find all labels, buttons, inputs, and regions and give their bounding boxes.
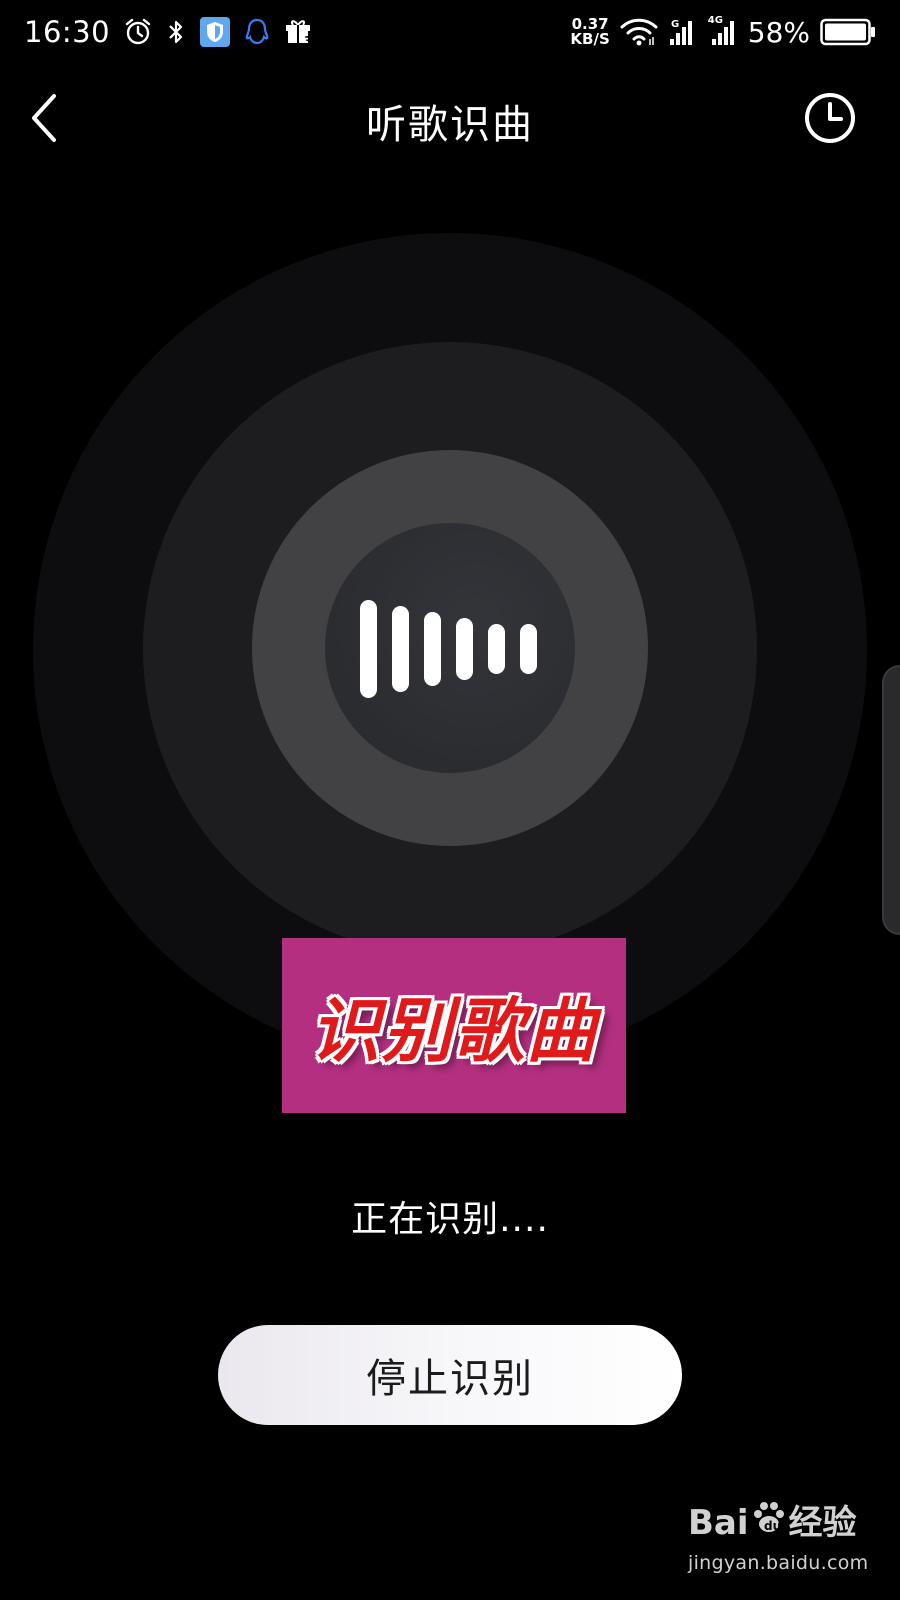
recognizing-status: 正在识别.... <box>351 1199 549 1240</box>
baidu-jingyan-watermark: Bai du 经验 jingyan.baidu.com <box>688 1500 878 1585</box>
shield-app-icon <box>200 17 231 47</box>
status-left: 16:30 3 <box>24 15 314 49</box>
qq-icon <box>244 17 270 47</box>
clock-icon <box>803 91 857 149</box>
wave-bar <box>360 600 377 698</box>
side-drawer-handle[interactable] <box>882 665 900 935</box>
battery-icon <box>820 17 876 47</box>
wave-bar <box>488 624 505 674</box>
status-right: 0.37 KB/S G 4G 58% <box>570 15 876 49</box>
watermark-logo: Bai du 经验 <box>688 1500 878 1545</box>
svg-text:du: du <box>764 1519 781 1533</box>
header-bar: 听歌识曲 <box>0 70 900 170</box>
bluetooth-icon <box>166 18 186 46</box>
signal-4g-icon: 4G <box>706 15 738 47</box>
sound-wave-icon <box>360 598 542 698</box>
wave-bar <box>392 606 409 692</box>
alarm-icon <box>124 18 152 46</box>
stop-recognition-button[interactable]: 停止识别 <box>218 1325 682 1425</box>
watermark-url: jingyan.baidu.com <box>688 1552 869 1574</box>
wave-bar <box>424 612 441 686</box>
battery-percent: 58% <box>747 15 810 49</box>
gift-icon: 3 <box>284 17 314 47</box>
caption-text: 识别歌曲 <box>310 990 598 1072</box>
paw-icon: du <box>751 1500 787 1545</box>
signal-icon: G <box>668 17 696 47</box>
watermark-brand-right: 经验 <box>788 1502 857 1543</box>
page-title: 听歌识曲 <box>366 102 534 148</box>
network-speed-unit: KB/S <box>570 30 610 48</box>
watermark-brand-left: Bai <box>688 1502 749 1543</box>
wifi-icon <box>620 17 658 47</box>
wave-bar <box>520 624 537 674</box>
wave-bar <box>456 618 473 680</box>
history-button[interactable] <box>800 90 860 150</box>
svg-text:G: G <box>671 19 679 30</box>
status-time: 16:30 <box>24 15 111 49</box>
network-type-label: 4G <box>707 15 723 26</box>
network-speed: 0.37 KB/S <box>570 17 609 47</box>
caption-overlay: 识别歌曲 <box>282 938 626 1113</box>
music-recognition-screen: 16:30 3 0.37 KB/S G 4G 58% 听歌识曲 识别歌曲 正在识… <box>0 0 900 1600</box>
svg-text:3: 3 <box>304 34 312 47</box>
status-bar: 16:30 3 0.37 KB/S G 4G 58% <box>0 0 900 64</box>
